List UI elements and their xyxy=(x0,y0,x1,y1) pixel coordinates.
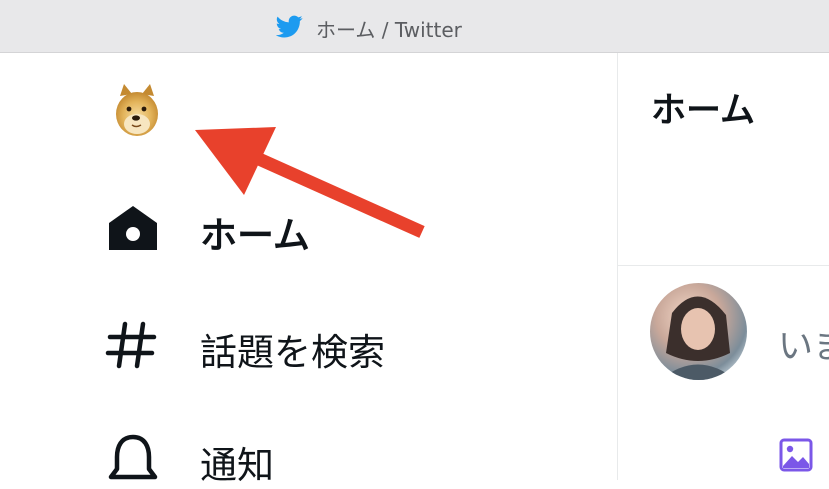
window-titlebar: ホーム / Twitter xyxy=(0,0,829,53)
sidebar-item-label: 通知 xyxy=(200,444,274,487)
annotation-arrow xyxy=(195,127,425,238)
compose-placeholder[interactable]: いま xyxy=(778,318,829,369)
bell-icon xyxy=(108,434,158,480)
hashtag-icon xyxy=(105,321,157,369)
sidebar-item-notifications[interactable]: 通知 xyxy=(105,427,525,487)
image-icon[interactable] xyxy=(778,437,814,473)
home-icon xyxy=(109,206,157,250)
sidebar-item-explore[interactable]: 話題を検索 xyxy=(105,314,525,374)
header-divider xyxy=(618,265,829,266)
twitter-bird-icon xyxy=(276,15,303,38)
sidebar-item-label: 話題を検索 xyxy=(200,331,385,374)
sidebar xyxy=(0,53,618,480)
doge-logo-icon[interactable] xyxy=(112,82,162,138)
window-title: ホーム / Twitter xyxy=(316,18,462,42)
page-title: ホーム xyxy=(651,91,755,131)
avatar[interactable] xyxy=(650,283,747,380)
column-divider xyxy=(617,53,618,480)
